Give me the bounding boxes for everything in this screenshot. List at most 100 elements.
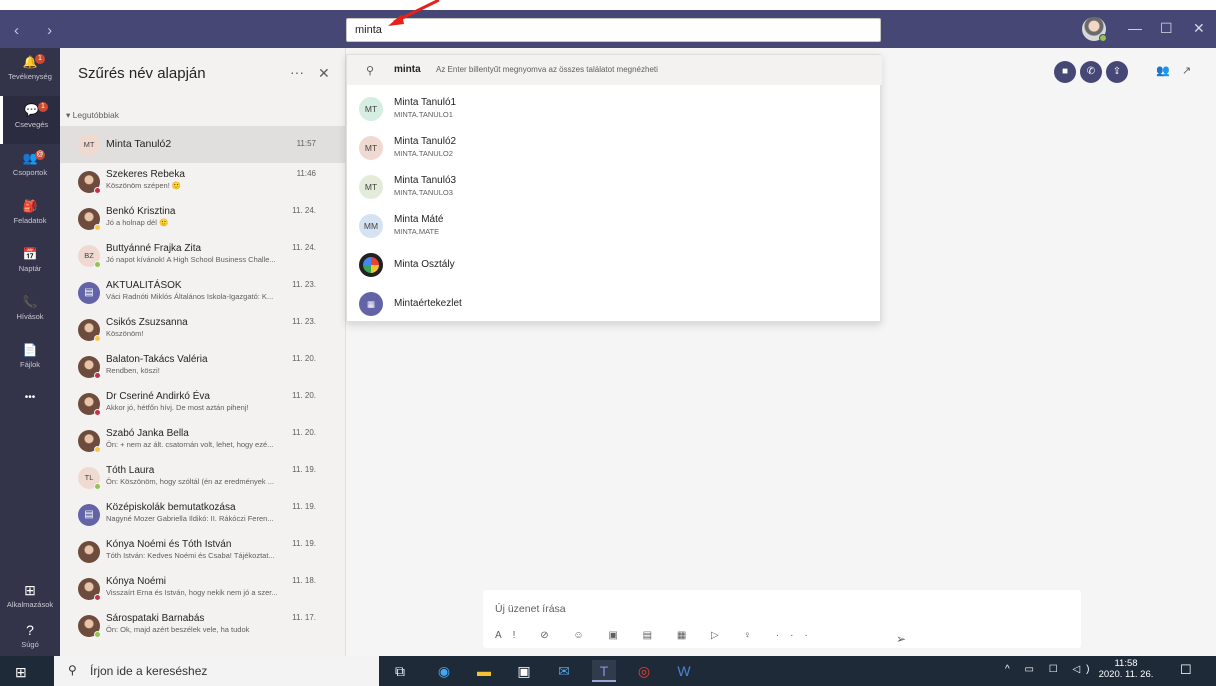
search-result-item[interactable]: MT Minta Tanuló2 MINTA.TANULO2 <box>347 130 882 166</box>
share-screen-icon[interactable]: ⇪ <box>1106 61 1128 83</box>
chat-preview: Jó napot kívánok! A High School Business… <box>106 255 276 264</box>
teams-taskbar-icon[interactable]: T <box>592 660 616 682</box>
system-tray-icons[interactable]: ^ ▭ ☐ ◁) <box>1005 664 1095 675</box>
close-filter-icon[interactable]: ✕ <box>318 65 330 82</box>
section-recent-label: Legutóbbiak <box>72 110 119 120</box>
task-view-icon[interactable]: ⧉ <box>388 660 412 682</box>
rail-item-label: Fájlok <box>19 360 40 369</box>
word-icon[interactable]: W <box>672 660 696 682</box>
team-avatar <box>359 253 383 277</box>
chat-preview: Ön: + nem az ált. csatornán volt, lehet,… <box>106 440 274 449</box>
search-result-username: MINTA.MATE <box>394 227 440 236</box>
chat-list-item[interactable]: Dr Cseriné Andirkó Éva Akkor jó, hétfőn h… <box>60 385 345 422</box>
search-result-username: MINTA.TANULO2 <box>394 149 453 158</box>
windows-taskbar: ⊞ ⚲ Írjon ide a kereséshez ⧉ ◉ ▬ ▣ ✉ T ◎… <box>0 656 1216 686</box>
rail-item-hívások[interactable]: 📞 Hívások <box>0 288 60 336</box>
windows-start-icon[interactable]: ⊞ <box>15 664 27 681</box>
compose-box[interactable]: Új üzenet írása A! ⊘ ☺ ▣ ▤ ▦ ▷ ♀ ··· <box>483 590 1081 648</box>
chat-name: Benkó Krisztina <box>106 206 176 217</box>
search-result-item[interactable]: MT Minta Tanuló3 MINTA.TANULO3 <box>347 169 882 205</box>
presence-status-icon <box>94 372 101 379</box>
search-result-name: Minta Tanuló3 <box>394 175 457 186</box>
search-result-item[interactable]: ▦ Mintaértekezlet <box>347 286 882 322</box>
store-icon[interactable]: ▣ <box>512 660 536 682</box>
presence-status-icon <box>94 335 101 342</box>
presence-status-icon <box>94 631 101 638</box>
chat-list-item[interactable]: Kónya Noémi Visszaírt Erna és István, hog… <box>60 570 345 607</box>
rail-item-csoportok[interactable]: 👥 @ Csoportok <box>0 144 60 192</box>
rail-item-more[interactable]: ••• <box>0 384 60 432</box>
audio-call-icon[interactable]: ✆ <box>1080 61 1102 83</box>
files-icon: 📄 <box>22 343 38 357</box>
chat-list-item[interactable]: Kónya Noémi és Tóth István Tóth István: K… <box>60 533 345 570</box>
search-result-item[interactable]: MM Minta Máté MINTA.MATE <box>347 208 882 244</box>
avatar: MT <box>359 175 383 199</box>
more-options-icon[interactable]: ··· <box>290 64 304 80</box>
minimize-icon[interactable]: — <box>1128 20 1142 36</box>
file-explorer-icon[interactable]: ▬ <box>472 660 496 682</box>
rail-item-feladatok[interactable]: 🎒 Feladatok <box>0 192 60 240</box>
chat-name: Szekeres Rebeka <box>106 169 185 180</box>
chat-time: 11. 19. <box>292 465 316 474</box>
clock[interactable]: 11:58 2020. 11. 26. <box>1098 658 1154 680</box>
search-all-results-row[interactable]: ⚲ minta Az Enter billentyűt megnyomva az… <box>347 55 882 85</box>
chat-list-item[interactable]: Balaton-Takács Valéria Rendben, köszi! 11.… <box>60 348 345 385</box>
chat-list-item[interactable]: BZ Buttyánné Frajka Zita Jó napot kívánok!… <box>60 237 345 274</box>
chat-list-item[interactable]: MT Minta Tanuló2 11:57 <box>60 126 345 163</box>
search-result-name: Minta Tanuló1 <box>394 97 457 108</box>
edge-icon[interactable]: ◉ <box>432 660 456 682</box>
rail-item-label: Súgó <box>21 640 39 649</box>
chat-name: AKTUALITÁSOK <box>106 280 182 291</box>
chat-list-item[interactable]: Szekeres Rebeka Köszönöm szépen! 🙂 11:46 <box>60 163 345 200</box>
chrome-icon[interactable]: ◎ <box>632 660 656 682</box>
chat-name: Buttyánné Frajka Zita <box>106 243 202 254</box>
filter-title: Szűrés név alapján <box>78 65 206 82</box>
chat-list-item[interactable]: Szabó Janka Bella Ön: + nem az ált. csato… <box>60 422 345 459</box>
chat-time: 11:57 <box>296 139 316 148</box>
search-result-item[interactable]: MT Minta Tanuló1 MINTA.TANULO1 <box>347 91 882 127</box>
compose-toolbar[interactable]: A! ⊘ ☺ ▣ ▤ ▦ ▷ ♀ ··· <box>495 630 819 641</box>
clock-date: 2020. 11. 26. <box>1098 669 1154 680</box>
chat-list-item[interactable]: TL Tóth Laura Ön: Köszönöm, hogy szóltál (… <box>60 459 345 496</box>
search-result-name: Minta Osztály <box>394 259 455 270</box>
notification-badge: 1 <box>35 54 45 64</box>
taskbar-search-placeholder: Írjon ide a kereséshez <box>90 664 208 678</box>
nav-back-forward-arrows[interactable]: ‹ › <box>14 22 64 39</box>
send-icon[interactable]: ➢ <box>896 632 906 646</box>
chat-time: 11. 23. <box>292 317 316 326</box>
chat-time: 11. 23. <box>292 280 316 289</box>
pop-out-icon[interactable]: ↗ <box>1182 64 1191 77</box>
add-people-icon[interactable]: 👥 <box>1156 64 1170 77</box>
search-result-item[interactable]: Minta Osztály <box>347 247 882 283</box>
taskbar-search[interactable]: ⚲ Írjon ide a kereséshez <box>54 656 379 686</box>
notification-center-icon[interactable]: ☐ <box>1180 662 1192 678</box>
rail-item-fájlok[interactable]: 📄 Fájlok <box>0 336 60 384</box>
rail-item-tevékenység[interactable]: 🔔 1 Tevékenység <box>0 48 60 96</box>
rail-item-label: Alkalmazások <box>6 600 54 609</box>
chat-list-item[interactable]: ▤ Középiskolák bemutatkozása Nagyné Mozer … <box>60 496 345 533</box>
chat-name: Dr Cseriné Andirkó Éva <box>106 391 210 402</box>
chat-time: 11:46 <box>296 169 316 178</box>
chat-list-item[interactable]: Sárospataki Barnabás Ön: Ok, majd azért b… <box>60 607 345 644</box>
mail-icon[interactable]: ✉ <box>552 660 576 682</box>
maximize-icon[interactable]: ☐ <box>1160 20 1173 37</box>
rail-item-label: Feladatok <box>13 216 47 225</box>
chat-preview: Visszaírt Erna és István, hogy nekik nem… <box>106 588 278 597</box>
avatar: MT <box>78 134 100 156</box>
video-call-icon[interactable]: ■ <box>1054 61 1076 83</box>
chat-time: 11. 24. <box>292 206 316 215</box>
presence-status-icon <box>94 409 101 416</box>
chat-preview: Ön: Ok, majd azért beszélek vele, ha tud… <box>106 625 250 634</box>
calendar-icon: 📅 <box>22 247 38 261</box>
rail-item-naptár[interactable]: 📅 Naptár <box>0 240 60 288</box>
chat-list-item[interactable]: ▤ AKTUALITÁSOK Váci Radnóti Miklós Általán… <box>60 274 345 311</box>
chat-preview: Ön: Köszönöm, hogy szóltál (én az eredmé… <box>106 477 274 486</box>
compose-placeholder: Új üzenet írása <box>495 603 566 615</box>
chat-list-item[interactable]: Csikós Zsuzsanna Köszönöm! 11. 23. <box>60 311 345 348</box>
apps-icon: ⊞ <box>24 582 36 598</box>
rail-item-csevegés[interactable]: 💬 1 Csevegés <box>0 96 60 144</box>
profile-avatar[interactable] <box>1082 17 1107 42</box>
section-recent[interactable]: ▾ Legutóbbiak <box>66 110 119 121</box>
close-window-icon[interactable]: ✕ <box>1193 20 1205 37</box>
chat-list-item[interactable]: Benkó Krisztina Jó a holnap dél 🙂 11. 24. <box>60 200 345 237</box>
